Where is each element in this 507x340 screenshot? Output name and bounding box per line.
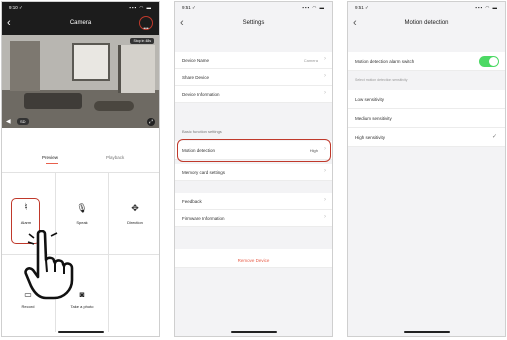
feed-doorway [118,45,155,93]
status-time: 9:51 ✓ [355,5,369,10]
status-bar: 9:51 ✓ ▪▪▪ ◠ ▬ [175,2,332,13]
status-time: 9:51 ✓ [182,5,196,10]
alarm-label: Alarm [20,220,32,225]
feed-window [72,43,110,81]
section-header: Select motion detection sensitivity [355,78,408,82]
remove-device-button[interactable]: Remove Device [175,249,332,268]
quality-toggle[interactable]: SD [17,118,29,125]
row-label: Share Device [182,75,210,80]
direction-button[interactable]: ✥ Direction [119,202,151,242]
feed-sofa [24,93,82,109]
settings-nav-bar: ‹ Settings [175,13,332,35]
low-sensitivity-option[interactable]: Low sensitivity [348,90,505,109]
direction-arrows-icon: ✥ [131,203,139,213]
more-dots-icon: ••• [143,26,149,32]
row-label: Device Name [182,58,210,63]
status-icons: ▪▪▪ ◠ ▬ [475,5,498,10]
row-label: Firmware Information [182,216,225,221]
more-button[interactable]: ••• [139,16,153,32]
row-label: Motion detection alarm switch [355,59,415,64]
fullscreen-icon[interactable]: ⤢ [147,118,155,126]
chevron-right-icon: › [324,168,326,174]
alarm-toggle[interactable] [479,56,499,67]
alarm-switch-row: Motion detection alarm switch [348,52,505,71]
row-label: Memory card settings [182,170,226,175]
share-device-row[interactable]: Share Device › [175,69,332,86]
status-bar: 9:51 ✓ ▪▪▪ ◠ ▬ [348,2,505,13]
page-title: Settings [242,20,265,26]
chevron-right-icon: › [324,73,326,79]
row-label: Device Information [182,92,220,97]
pointing-hand-icon [24,230,74,300]
page-title: Camera [69,20,92,26]
motion-detection-screen: 9:51 ✓ ▪▪▪ ◠ ▬ ‹ Motion detection Motion… [347,1,506,337]
settings-screen: 9:51 ✓ ▪▪▪ ◠ ▬ ‹ Settings Device Name Ca… [174,1,333,337]
tab-bar: Preview Playback [2,152,159,166]
feed-bookshelf [10,41,40,91]
checkmark-icon: ✓ [491,134,497,140]
status-time: 9:10 ✓ [9,5,23,10]
camera-screen: 9:10 ✓ ▪▪▪ ◠ ▬ ‹ Camera ••• Stop in 48s … [1,1,160,337]
feed-table [94,101,134,111]
photo-label: Take a photo [70,304,94,309]
status-icons: ▪▪▪ ◠ ▬ [129,5,152,10]
chevron-right-icon: › [324,214,326,220]
motion-detection-highlight [177,139,331,162]
record-label: Record [21,304,35,309]
memory-card-row[interactable]: Memory card settings › [175,164,332,181]
row-label: Feedback [182,199,202,204]
firmware-information-row[interactable]: Firmware Information › [175,210,332,227]
camera-nav-bar: ‹ Camera ••• [2,13,159,35]
tab-playback[interactable]: Playback [106,155,124,160]
section-header: Basic function settings [182,129,222,134]
option-label: Low sensitivity [355,97,385,102]
high-sensitivity-option[interactable]: High sensitivity ✓ [348,128,505,147]
device-information-row[interactable]: Device Information › [175,86,332,103]
home-indicator [403,331,450,333]
tab-preview-underline [46,163,58,164]
option-label: Medium sensitivity [355,116,392,121]
option-label: High sensitivity [355,135,386,140]
timer-badge: Stop in 48s [130,38,154,44]
chevron-right-icon: › [324,90,326,96]
row-value: Camera [303,58,318,63]
status-icons: ▪▪▪ ◠ ▬ [302,5,325,10]
medium-sensitivity-option[interactable]: Medium sensitivity [348,109,505,128]
alarm-icon: ♮ [24,202,28,213]
home-indicator [230,331,277,333]
motion-nav-bar: ‹ Motion detection [348,13,505,35]
status-bar: 9:10 ✓ ▪▪▪ ◠ ▬ [2,2,159,13]
chevron-right-icon: › [324,197,326,203]
device-name-row[interactable]: Device Name Camera › [175,52,332,69]
volume-icon[interactable]: ◀ [6,118,11,125]
microphone-icon: 🎙 [76,203,88,213]
chevron-right-icon: › [324,56,326,62]
grid-divider-top [2,172,159,173]
tab-preview[interactable]: Preview [42,155,58,160]
speak-label: Speak [76,220,88,225]
camera-feed[interactable]: Stop in 48s ◀ SD ⤢ [2,35,159,128]
page-title: Motion detection [404,20,449,26]
remove-device-label: Remove Device [237,258,270,263]
home-indicator [57,331,104,333]
feedback-row[interactable]: Feedback › [175,193,332,210]
toggle-knob [489,57,498,66]
grid-vline-2 [108,172,109,332]
direction-label: Direction [127,220,143,225]
